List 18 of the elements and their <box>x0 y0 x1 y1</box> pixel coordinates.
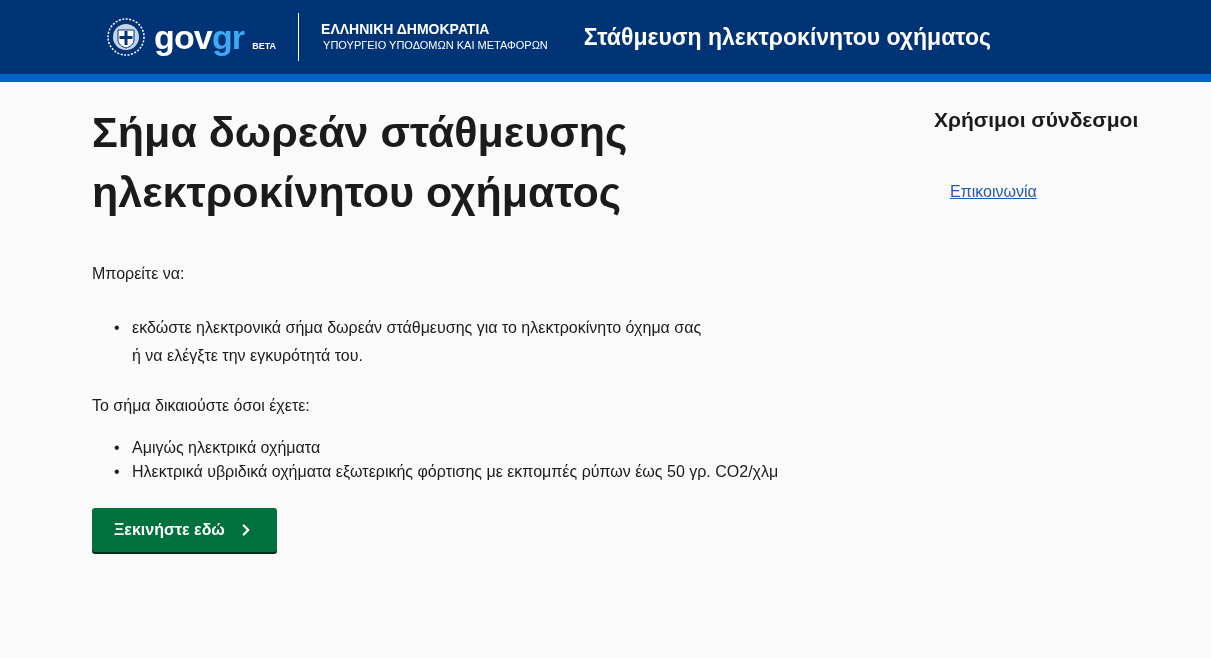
list-item: Αμιγώς ηλεκτρικά οχήματα <box>132 438 321 459</box>
logo-wordmark: govgr <box>154 20 245 54</box>
intro-text: Μπορείτε να: <box>92 264 186 285</box>
sidebar-title: Χρήσιμοι σύνδεσμοι <box>934 107 1139 133</box>
sidebar-link[interactable]: Επικοινωνία <box>950 179 1139 204</box>
page-title: Σήμα δωρεάν στάθμευσης ηλεκτροκίνητου οχήματος <box>92 107 629 219</box>
list-item: εκδώστε ηλεκτρονικά σήμα δωρεάν στάθμευσης για το ηλεκτροκίνητο όχημα σας ή να ελέγξτε την εγκυρότητά του. <box>132 318 703 367</box>
start-button[interactable]: Ξεκινήστε εδώ <box>92 508 277 553</box>
bullet: • <box>114 438 121 459</box>
org-title: ΕΛΛΗΝΙΚΗ ΔΗΜΟΚΡΑΤΙΑ <box>321 21 491 39</box>
list-item: Ηλεκτρικά υβριδικά οχήματα εξωτερικής φόρτισης με εκπομπές ρύπων έως 50 γρ. CO2/χλμ <box>132 462 779 483</box>
bullet: • <box>114 318 121 339</box>
emblem-icon <box>106 17 146 57</box>
beta-label: BETA <box>252 39 277 53</box>
bullet: • <box>114 462 121 483</box>
service-title: Στάθμευση ηλεκτροκίνητου οχήματος <box>583 22 991 52</box>
org-subtitle: ΥΠΟΥΡΓΕΙΟ ΥΠΟΔΟΜΩΝ ΚΑΙ ΜΕΤΑΦΟΡΩΝ <box>322 38 548 53</box>
eligibility-text: Το σήμα δικαιούστε όσοι έχετε: <box>92 396 311 417</box>
